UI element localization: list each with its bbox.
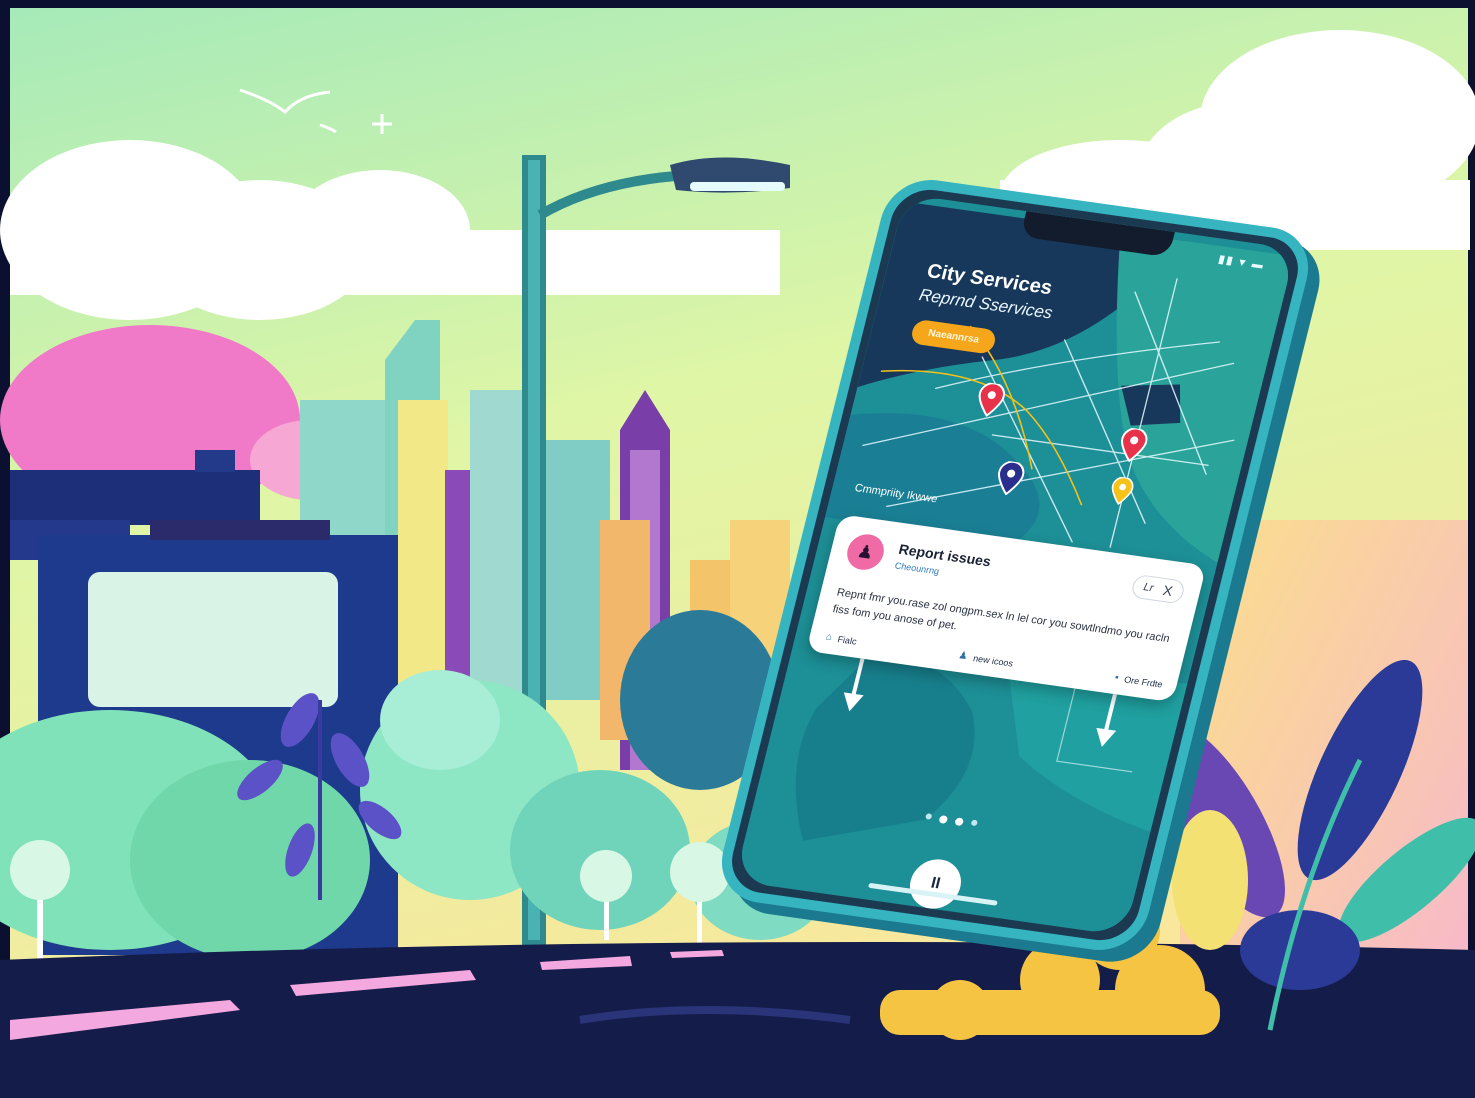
action-label: new icoos bbox=[972, 652, 1015, 669]
edit-button[interactable]: Lr bbox=[1142, 581, 1155, 594]
card-tools: Lr X bbox=[1129, 573, 1187, 605]
person-icon: ♟ bbox=[957, 650, 969, 663]
home-icon: ⌂ bbox=[824, 631, 834, 644]
action-label: Fialc bbox=[836, 633, 858, 647]
page-dot-active bbox=[954, 817, 965, 827]
card-meta: Cheounrng bbox=[893, 560, 941, 577]
action-fialc-button[interactable]: ⌂ Fialc bbox=[825, 632, 858, 647]
action-new-issues-button[interactable]: ♟ new icoos bbox=[957, 650, 1014, 668]
page-dot bbox=[925, 813, 933, 820]
page-dot-active bbox=[938, 815, 949, 824]
illustration-scene: ▮▮ ▾ ▬ City Services Reprnd Sservices Na… bbox=[0, 0, 1475, 1098]
action-label: Ore Frdte bbox=[1123, 673, 1164, 690]
chat-icon: ▪ bbox=[1113, 672, 1120, 684]
close-icon[interactable]: X bbox=[1161, 582, 1174, 599]
action-ore-frdte-button[interactable]: ▪ Ore Frdte bbox=[1114, 672, 1164, 689]
card-description: Repnt fmr you.rase zol ongpm.sex ln lel … bbox=[831, 586, 1171, 646]
person-icon: ♟ bbox=[843, 532, 888, 573]
city-background-illustration bbox=[0, 0, 1475, 1098]
